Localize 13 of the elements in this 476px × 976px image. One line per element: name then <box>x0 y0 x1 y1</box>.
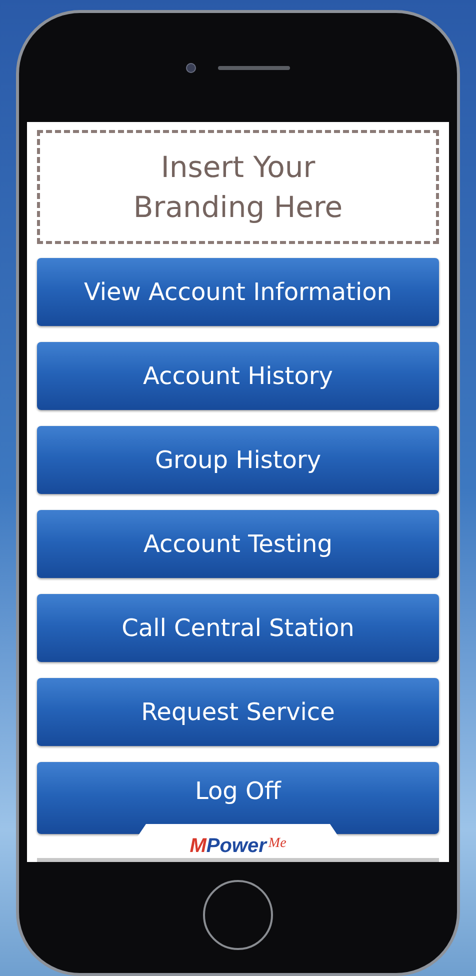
logo: MPower <box>190 835 266 858</box>
menu-button[interactable]: Request Service <box>37 678 439 746</box>
menu-button[interactable]: Log Off <box>37 762 439 834</box>
menu-button[interactable]: Account History <box>37 342 439 410</box>
menu-button[interactable]: Call Central Station <box>37 594 439 662</box>
branding-text: Insert Your Branding Here <box>132 149 344 226</box>
logo-suffix: Me <box>268 836 286 852</box>
camera-icon <box>186 62 196 72</box>
menu-button[interactable]: View Account Information <box>37 258 439 326</box>
menu-button[interactable]: Group History <box>37 426 439 494</box>
menu-button[interactable]: Account Testing <box>37 510 439 578</box>
home-button[interactable] <box>203 880 273 950</box>
speaker-icon <box>218 66 290 70</box>
